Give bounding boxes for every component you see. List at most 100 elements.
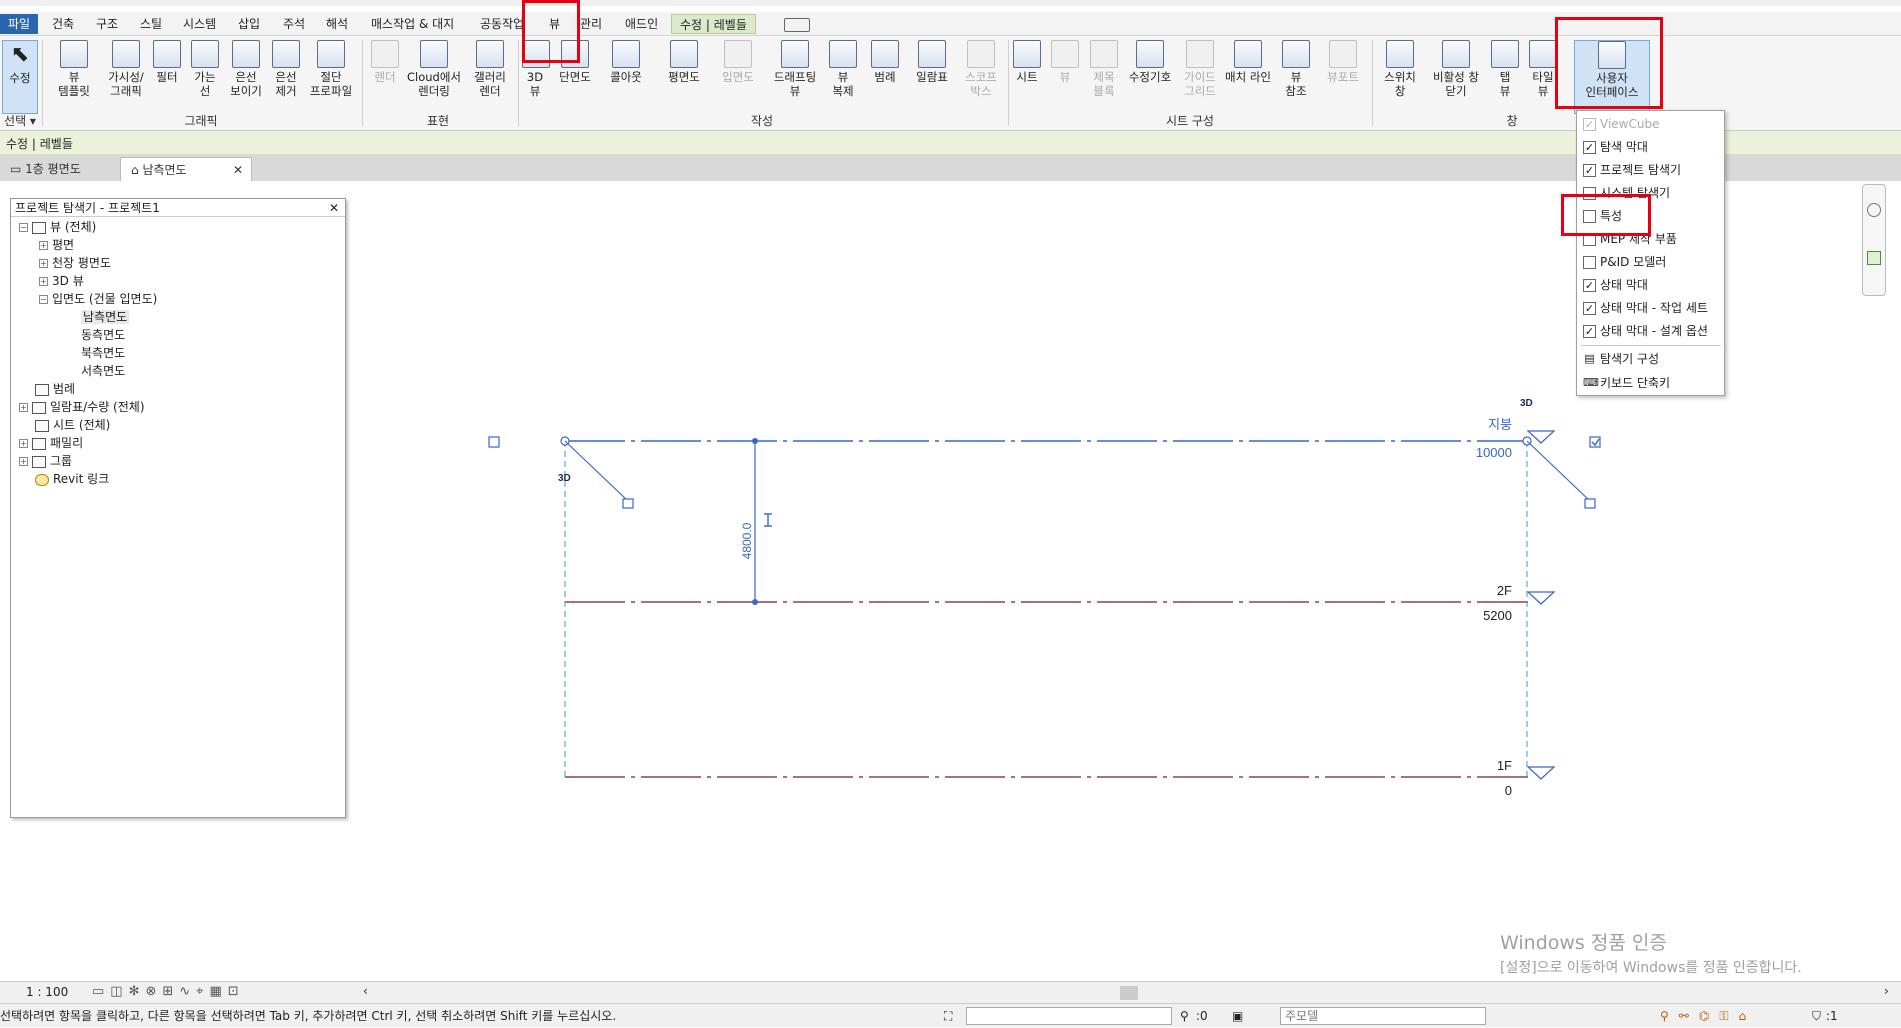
tab-modify-levels[interactable]: 수정 | 레벨들 bbox=[671, 14, 756, 34]
close-inactive-button[interactable]: 비활성 창 닫기 bbox=[1426, 40, 1486, 98]
tree-node-schedules[interactable]: + 일람표/수량 (전체) bbox=[19, 399, 145, 415]
level-elevation-1f[interactable]: 0 bbox=[1505, 783, 1512, 798]
tree-node-views[interactable]: − 뷰 (전체) bbox=[19, 219, 96, 235]
modify-button[interactable]: ⬉ 수정 bbox=[2, 40, 38, 114]
place-view-button[interactable]: 뷰 bbox=[1050, 40, 1080, 84]
view-control-icons[interactable]: ▭◫✻⊗⊞∿⌖▦⊡ bbox=[92, 984, 245, 999]
scroll-left-icon[interactable]: ‹ bbox=[363, 984, 368, 998]
tree-node-sheets[interactable]: 시트 (전체) bbox=[35, 417, 110, 433]
tab-annotate[interactable]: 주석 bbox=[283, 14, 305, 34]
dimension-endpoint-top[interactable] bbox=[752, 438, 758, 444]
tab-analyze[interactable]: 해석 bbox=[326, 14, 348, 34]
tab-addins[interactable]: 애드인 bbox=[625, 14, 658, 34]
tree-node-legends[interactable]: 범례 bbox=[35, 381, 75, 397]
legends-button[interactable]: 범례 bbox=[866, 40, 904, 84]
view-templates-button[interactable]: 뷰 템플릿 bbox=[54, 40, 94, 98]
dimension-move-icon[interactable] bbox=[764, 513, 772, 527]
scroll-right-icon[interactable]: › bbox=[1884, 984, 1889, 998]
view-reference-button[interactable]: 뷰 참조 bbox=[1280, 40, 1312, 98]
workset-icon[interactable]: ⛶ bbox=[944, 1004, 952, 1028]
title-block-button[interactable]: 제목 블록 bbox=[1088, 40, 1120, 98]
tree-node-south[interactable]: 남측면도 bbox=[81, 309, 130, 325]
tab-insert[interactable]: 삽입 bbox=[238, 14, 260, 34]
view-tab-south-elevation[interactable]: ⌂ 남측면도 ✕ bbox=[120, 157, 252, 181]
render-button[interactable]: 렌더 bbox=[368, 40, 402, 84]
plan-views-button[interactable]: 평면도 bbox=[662, 40, 706, 84]
cloud-render-button[interactable]: Cloud에서 렌더링 bbox=[404, 40, 464, 98]
design-options-icon[interactable]: ▣ bbox=[1232, 1004, 1243, 1028]
guide-grid-button[interactable]: 가이드 그리드 bbox=[1180, 40, 1220, 98]
tree-node-floor-plans[interactable]: + 평면 bbox=[39, 237, 74, 253]
lock-icon-left[interactable] bbox=[622, 498, 634, 509]
level-elevation-2f[interactable]: 5200 bbox=[1483, 608, 1512, 623]
design-option-dropdown[interactable]: 주모델 bbox=[1280, 1007, 1486, 1025]
sheet-button[interactable]: 시트 bbox=[1012, 40, 1042, 84]
expand-icon[interactable]: + bbox=[39, 241, 48, 250]
remove-hidden-lines-button[interactable]: 은선 제거 bbox=[268, 40, 304, 98]
switch-windows-button[interactable]: 스위치 창 bbox=[1380, 40, 1420, 98]
group-select[interactable]: 선택 ▾ bbox=[0, 112, 40, 128]
menu-item-viewcube[interactable]: ✓ ViewCube bbox=[1583, 113, 1659, 135]
lock-icon-right[interactable] bbox=[1584, 498, 1596, 509]
level-head-2f-icon[interactable] bbox=[1526, 591, 1556, 605]
expand-icon[interactable]: + bbox=[39, 259, 48, 268]
cut-profile-button[interactable]: 절단 프로파일 bbox=[306, 40, 356, 98]
tab-systems[interactable]: 시스템 bbox=[183, 14, 216, 34]
expand-icon[interactable]: + bbox=[19, 439, 28, 448]
level-name-roof[interactable]: 지붕 bbox=[1488, 417, 1512, 432]
collapse-icon[interactable]: − bbox=[19, 223, 28, 232]
tree-node-revit-links[interactable]: Revit 링크 bbox=[35, 471, 109, 487]
drafting-view-button[interactable]: 드래프팅 뷰 bbox=[770, 40, 820, 98]
tree-node-elevations[interactable]: − 입면도 (건물 입면도) bbox=[39, 291, 157, 307]
callout-button[interactable]: 콜아웃 bbox=[604, 40, 648, 84]
menu-item-status-bar[interactable]: ✓ 상태 막대 bbox=[1583, 274, 1648, 296]
tree-node-groups[interactable]: + 그룹 bbox=[19, 453, 72, 469]
schedules-button[interactable]: 일람표 bbox=[910, 40, 954, 84]
tag-3d-right[interactable]: 3D bbox=[1520, 398, 1533, 409]
view-tab-floor-plan[interactable]: ▭ 1층 평면도 bbox=[0, 157, 91, 181]
tree-node-west[interactable]: 서측면도 bbox=[81, 363, 125, 379]
tag-3d-left[interactable]: 3D bbox=[558, 473, 571, 484]
visibility-graphics-button[interactable]: 가시성/ 그래픽 bbox=[102, 40, 150, 98]
expand-icon[interactable]: + bbox=[19, 457, 28, 466]
tab-steel[interactable]: 스틸 bbox=[140, 14, 162, 34]
matchline-button[interactable]: 매치 라인 bbox=[1222, 40, 1274, 84]
show-hidden-lines-button[interactable]: 은선 보이기 bbox=[228, 40, 264, 98]
collapse-icon[interactable]: − bbox=[39, 295, 48, 304]
tree-node-families[interactable]: + 패밀리 bbox=[19, 435, 83, 451]
dimension-endpoint-bottom[interactable] bbox=[752, 599, 758, 605]
tree-node-ceiling-plans[interactable]: + 천장 평면도 bbox=[39, 255, 111, 271]
tab-manage[interactable]: 관리 bbox=[580, 14, 602, 34]
elevation-button[interactable]: 입면도 bbox=[716, 40, 760, 84]
menu-item-browser-organization[interactable]: ▤ 탐색기 구성 bbox=[1583, 348, 1659, 370]
tab-massing-site[interactable]: 매스작업 & 대지 bbox=[371, 14, 454, 34]
dimension-value[interactable]: 4800.0 bbox=[740, 522, 754, 559]
tree-node-3d-views[interactable]: +3D 뷰 bbox=[39, 273, 84, 289]
tab-architecture[interactable]: 건축 bbox=[52, 14, 74, 34]
close-icon[interactable]: ✕ bbox=[329, 199, 339, 217]
view-scale[interactable]: 1 : 100 bbox=[26, 985, 68, 999]
level-name-1f[interactable]: 1F bbox=[1497, 758, 1512, 773]
menu-item-keyboard-shortcuts[interactable]: ⌨키보드 단축키 bbox=[1583, 372, 1670, 394]
menu-item-navigation-bar[interactable]: ✓ 탐색 막대 bbox=[1583, 136, 1648, 158]
duplicate-view-button[interactable]: 뷰 복제 bbox=[826, 40, 860, 98]
expand-icon[interactable]: + bbox=[39, 277, 48, 286]
selection-handle-left[interactable] bbox=[488, 436, 500, 448]
selection-option-icons[interactable]: ⚲⚯⌬⚿⌂ bbox=[1660, 1004, 1756, 1028]
menu-item-project-browser[interactable]: ✓ 프로젝트 탐색기 bbox=[1583, 159, 1681, 181]
filter-icon[interactable]: ⛉ bbox=[1812, 1004, 1821, 1028]
tree-node-north[interactable]: 북측면도 bbox=[81, 345, 125, 361]
render-gallery-button[interactable]: 갤러리 렌더 bbox=[468, 40, 512, 98]
menu-item-status-bar-design-options[interactable]: ✓ 상태 막대 - 설계 옵션 bbox=[1583, 320, 1708, 342]
tab-views-button[interactable]: 탭 뷰 bbox=[1490, 40, 1520, 98]
steering-wheel-icon[interactable] bbox=[1867, 203, 1881, 217]
viewports-button[interactable]: 뷰포트 bbox=[1320, 40, 1366, 84]
tab-structure[interactable]: 구조 bbox=[96, 14, 118, 34]
menu-item-pid-modeler[interactable]: P&ID 모델러 bbox=[1583, 251, 1666, 273]
horizontal-scroll-thumb[interactable] bbox=[1120, 986, 1138, 1000]
thin-lines-button[interactable]: 가는 선 bbox=[190, 40, 220, 98]
level-name-2f[interactable]: 2F bbox=[1497, 583, 1512, 598]
menu-item-status-bar-worksets[interactable]: ✓ 상태 막대 - 작업 세트 bbox=[1583, 297, 1708, 319]
tab-file[interactable]: 파일 bbox=[0, 14, 39, 34]
level-elevation-roof[interactable]: 10000 bbox=[1476, 445, 1512, 460]
